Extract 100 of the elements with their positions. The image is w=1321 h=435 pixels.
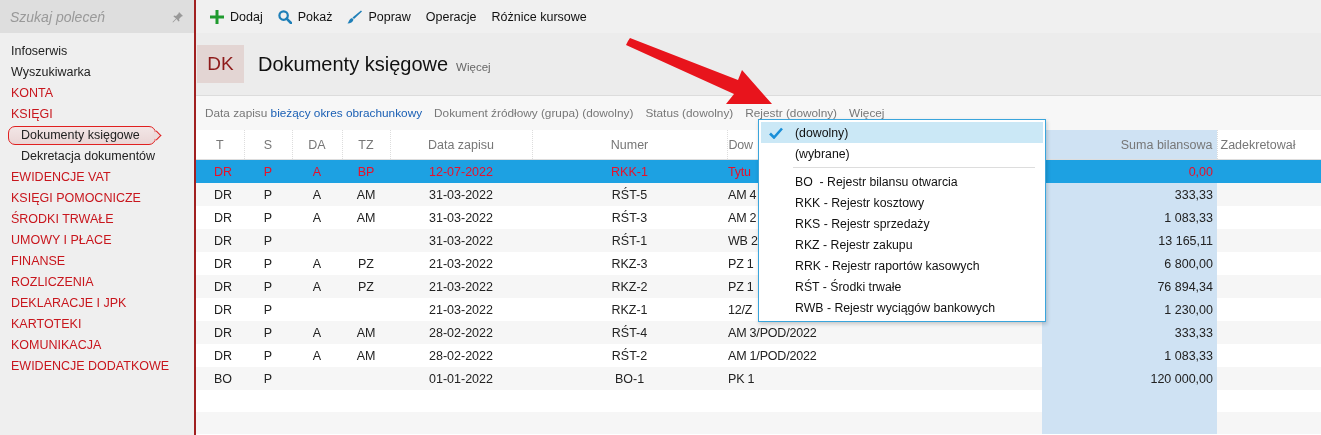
table-cell: BO [214,371,233,386]
table-cell: AM [356,348,376,363]
column-header[interactable]: Zadekretował [1217,130,1321,160]
column-header[interactable]: T [196,130,244,160]
table-cell: AM [356,187,376,202]
sidebar-item[interactable]: DEKLARACJE I JPK [0,293,194,314]
search-icon [277,9,292,24]
menu-option[interactable]: RKZ - Rejestr zakupu [761,234,1043,255]
filter-link[interactable]: Więcej [849,106,885,120]
table-cell: PZ 1 [728,256,754,271]
sidebar-item[interactable]: KARTOTEKI [0,314,194,335]
column-header[interactable]: TZ [342,130,390,160]
sidebar-item[interactable]: EWIDENCJE VAT [0,167,194,188]
filter-link[interactable]: Status (dowolny) [645,106,734,120]
table-cell: BO-1 [614,371,645,386]
table-cell: AM [356,325,376,340]
table-cell: RŚT-5 [611,187,648,202]
menu-option[interactable]: RŚT - Środki trwałe [761,276,1043,297]
toolbar-button[interactable]: Dodaj [204,5,269,28]
sidebar-item[interactable]: KSIĘGI [0,104,194,125]
menu-option[interactable]: RKS - Rejestr sprzedaży [761,213,1043,234]
table-cell: P [263,187,273,202]
sidebar-item[interactable]: Wyszukiwarka [0,62,194,83]
pin-icon[interactable] [172,10,184,23]
table-cell: A [312,325,322,340]
brush-icon [347,9,363,24]
filter-link[interactable]: Dokument źródłowy (grupa) (dowolny) [434,106,634,120]
table-cell: 1 083,33 [1164,348,1213,363]
sidebar-item[interactable]: UMOWY I PŁACE [0,230,194,251]
table-cell: DR [214,187,233,202]
table-cell: PZ [358,256,374,271]
toolbar-button[interactable]: Operacje [419,5,483,28]
table-cell: P [263,325,273,340]
table-cell: 1 083,33 [1164,210,1213,225]
sidebar-item[interactable]: Dokumenty księgowe [8,125,163,146]
sidebar-item[interactable]: ROZLICZENIA [0,272,194,293]
table-cell: A [312,187,322,202]
table-cell: DR [214,279,233,294]
table-cell: 1 230,00 [1164,302,1213,317]
toolbar-button[interactable]: Popraw [341,5,417,28]
sidebar-item[interactable]: KONTA [0,83,194,104]
sidebar-item[interactable]: FINANSE [0,251,194,272]
table-cell: P [263,164,273,179]
menu-option[interactable]: (wybrane) [761,143,1043,164]
table-cell: 31-03-2022 [429,187,493,202]
filter-link[interactable]: Rejestr (dowolny) [745,106,838,120]
more-link[interactable]: Więcej [456,61,491,73]
sidebar-item[interactable]: KOMUNIKACJA [0,335,194,356]
menu-option[interactable]: BO - Rejestr bilansu otwarcia [761,171,1043,192]
menu-option[interactable]: RKK - Rejestr kosztowy [761,192,1043,213]
table-cell: 01-01-2022 [429,371,493,386]
sidebar-item[interactable]: KSIĘGI POMOCNICZE [0,188,194,209]
table-cell: 21-03-2022 [429,302,493,317]
toolbar-button[interactable]: Pokaż [271,5,339,28]
table-cell: DR [214,210,233,225]
toolbar-button[interactable]: Różnice kursowe [485,5,593,28]
table-cell: AM 3/POD/2022 [728,325,817,340]
table-cell: 12-07-2022 [429,164,493,179]
table-cell: A [312,279,322,294]
column-header[interactable]: S [244,130,292,160]
table-cell: PZ 1 [728,279,754,294]
page-title: Dokumenty księgowe [258,52,449,76]
column-header[interactable]: DA [292,130,342,160]
table-cell: 21-03-2022 [429,256,493,271]
menu-option[interactable]: (dowolny) [761,122,1043,143]
table-cell: DR [214,164,233,179]
table-cell: PK 1 [728,371,755,386]
plus-icon [210,9,224,24]
table-cell: DR [214,325,233,340]
table-cell: A [312,348,322,363]
table-cell: RKZ-1 [611,302,648,317]
table-cell: A [312,164,322,179]
table-cell: A [312,256,322,271]
sidebar-item[interactable]: ŚRODKI TRWAŁE [0,209,194,230]
table-cell: DR [214,302,233,317]
column-header[interactable]: Data zapisu [390,130,532,160]
table-cell: 31-03-2022 [429,210,493,225]
table-cell: 333,33 [1174,187,1213,202]
menu-option[interactable]: RWB - Rejestr wyciągów bankowych [761,297,1043,318]
sidebar-item[interactable]: Dekretacja dokumentów [0,146,194,167]
table-cell: DR [214,348,233,363]
table-cell: RŚT-4 [611,325,648,340]
check-icon [769,126,783,139]
table-cell: 31-03-2022 [429,233,493,248]
sidebar-item[interactable]: Infoserwis [0,41,194,62]
table-cell: RŚT-1 [611,233,648,248]
sidebar-item[interactable]: EWIDENCJE DODATKOWE [0,356,194,377]
menu-option[interactable]: RRK - Rejestr raportów kasowych [761,255,1043,276]
table-cell: A [312,210,322,225]
table-cell: 21-03-2022 [429,279,493,294]
table-cell: DR [214,256,233,271]
column-header[interactable]: Numer [532,130,727,160]
filter-link[interactable]: Data zapisu bieżący okres obrachunkowy [205,106,423,120]
table-cell: Tytu [728,164,751,179]
table-cell: 120 000,00 [1150,371,1213,386]
table-cell: 0,00 [1188,164,1213,179]
table-cell: DR [214,233,233,248]
table-cell: AM [356,210,376,225]
table-cell: 12/Z [728,302,753,317]
table-cell: P [263,256,273,271]
